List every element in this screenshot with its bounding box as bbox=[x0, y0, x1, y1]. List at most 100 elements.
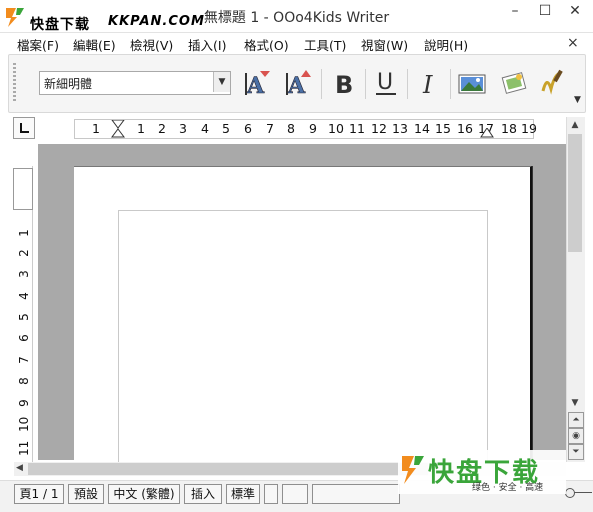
menu-file[interactable]: 檔案(F) bbox=[17, 35, 59, 54]
vertical-ruler[interactable]: 1 1 2 3 4 5 6 7 8 9 10 11 bbox=[14, 166, 33, 462]
italic-button[interactable]: I bbox=[412, 67, 446, 101]
navigator-icon[interactable]: ◉ bbox=[568, 428, 584, 444]
toolbar-separator bbox=[450, 69, 451, 99]
bold-button[interactable]: B bbox=[327, 67, 361, 101]
ruler-number: 9 bbox=[309, 121, 317, 136]
close-button[interactable]: ✕ bbox=[560, 0, 590, 24]
underline-button[interactable]: U bbox=[369, 67, 403, 101]
ruler-number: 14 bbox=[414, 121, 430, 136]
insert-image-icon bbox=[458, 74, 486, 94]
previous-page-icon[interactable]: ⏶ bbox=[568, 412, 584, 428]
insert-mode[interactable]: 插入 bbox=[184, 484, 222, 504]
ruler-number: 5 bbox=[222, 121, 230, 136]
text-boundaries[interactable] bbox=[118, 210, 488, 471]
language-indicator[interactable]: 中文 (繁體) bbox=[108, 484, 180, 504]
zoom-slider[interactable] bbox=[574, 492, 592, 493]
toolbar-grip[interactable] bbox=[13, 63, 16, 103]
chevron-down-icon[interactable]: ▼ bbox=[213, 72, 230, 92]
horizontal-scroll-thumb[interactable] bbox=[28, 463, 428, 475]
vertical-scroll-thumb[interactable] bbox=[568, 134, 582, 252]
gallery-button[interactable] bbox=[497, 67, 531, 101]
formatting-toolbar: 新細明體 ▼ A A B U I ▼ bbox=[8, 54, 586, 113]
ruler-number: 7 bbox=[17, 356, 31, 364]
underline-icon: U bbox=[376, 70, 396, 95]
ruler-number: 3 bbox=[179, 121, 187, 136]
ruler-number: 1 bbox=[92, 121, 100, 136]
left-indent-marker-icon[interactable] bbox=[111, 120, 125, 138]
ruler-number: 5 bbox=[17, 313, 31, 321]
toolbar-separator bbox=[321, 69, 322, 99]
highlighter-icon bbox=[541, 69, 563, 95]
next-page-icon[interactable]: ⏷ bbox=[568, 444, 584, 460]
document-modified-indicator bbox=[264, 484, 278, 504]
vertical-ruler-margin bbox=[13, 168, 33, 210]
insert-image-button[interactable] bbox=[455, 67, 489, 101]
ruler-number: 16 bbox=[457, 121, 473, 136]
ruler-number: 15 bbox=[435, 121, 451, 136]
menu-view[interactable]: 檢視(V) bbox=[130, 35, 173, 54]
ruler-number: 18 bbox=[501, 121, 517, 136]
gallery-icon bbox=[501, 72, 527, 94]
scroll-down-icon[interactable]: ▼ bbox=[568, 396, 582, 410]
scroll-up-icon[interactable]: ▲ bbox=[568, 118, 582, 132]
ruler-number: 7 bbox=[266, 121, 274, 136]
menu-window[interactable]: 視窗(W) bbox=[361, 35, 408, 54]
svg-text:I: I bbox=[422, 71, 433, 99]
ruler-number: 4 bbox=[17, 292, 31, 300]
zoom-slider-handle[interactable] bbox=[565, 488, 575, 498]
ruler-number: 11 bbox=[17, 440, 31, 456]
maximize-button[interactable]: ☐ bbox=[530, 0, 560, 24]
horizontal-ruler[interactable]: 1 1 2 3 4 5 6 7 8 9 10 11 12 13 14 15 16… bbox=[74, 119, 537, 139]
ruler-number: 1 bbox=[17, 229, 31, 237]
toolbar-separator bbox=[407, 69, 408, 99]
ruler-number: 10 bbox=[17, 416, 31, 432]
left-tab-icon bbox=[20, 123, 29, 133]
digital-signature-indicator bbox=[282, 484, 308, 504]
watermark-bottom: 快盘下载 绿色 · 安全 · 高速 bbox=[398, 450, 566, 494]
page-style[interactable]: 預設 bbox=[68, 484, 104, 504]
ruler-number: 3 bbox=[17, 270, 31, 278]
italic-icon: I bbox=[422, 71, 433, 99]
ruler-number: 12 bbox=[371, 121, 387, 136]
ruler-number: 8 bbox=[287, 121, 295, 136]
shrink-font-icon: A bbox=[245, 71, 270, 99]
toolbar-overflow-icon[interactable]: ▼ bbox=[574, 95, 581, 105]
page-indicator[interactable]: 頁1 / 1 bbox=[14, 484, 64, 504]
scroll-left-icon[interactable]: ◀ bbox=[16, 463, 23, 473]
ruler-number: 9 bbox=[17, 399, 31, 407]
selection-mode[interactable]: 標準 bbox=[226, 484, 260, 504]
ruler-number: 2 bbox=[17, 249, 31, 257]
toolbar-separator bbox=[365, 69, 366, 99]
ruler-number: 4 bbox=[201, 121, 209, 136]
watermark-slogan: 绿色 · 安全 · 高速 bbox=[472, 483, 544, 493]
watermark-en-text: KKPAN.COM bbox=[108, 14, 205, 29]
ruler-number: 2 bbox=[158, 121, 166, 136]
menu-help[interactable]: 說明(H) bbox=[424, 35, 468, 54]
highlighter-button[interactable] bbox=[535, 67, 569, 101]
watermark-logo-icon bbox=[402, 456, 424, 484]
ruler-number: 1 bbox=[137, 121, 145, 136]
ruler-number: 19 bbox=[521, 121, 537, 136]
watermark-cn-text: 快盘下载 bbox=[30, 17, 90, 33]
svg-text:A: A bbox=[246, 73, 265, 99]
svg-text:B: B bbox=[335, 71, 353, 99]
svg-text:U: U bbox=[377, 70, 393, 95]
grow-font-button[interactable]: A bbox=[281, 67, 315, 101]
tab-stop-selector[interactable] bbox=[13, 117, 35, 139]
menu-insert[interactable]: 插入(I) bbox=[188, 35, 226, 54]
ruler-number: 10 bbox=[328, 121, 344, 136]
ruler-number: 6 bbox=[17, 334, 31, 342]
menu-tools[interactable]: 工具(T) bbox=[304, 35, 346, 54]
document-close-button[interactable]: × bbox=[567, 35, 579, 51]
object-info bbox=[312, 484, 400, 504]
grow-font-icon: A bbox=[286, 70, 311, 99]
menu-format[interactable]: 格式(O) bbox=[244, 35, 289, 54]
font-name-value: 新細明體 bbox=[44, 77, 93, 91]
shrink-font-button[interactable]: A bbox=[240, 67, 274, 101]
font-name-select[interactable]: 新細明體 ▼ bbox=[39, 71, 231, 95]
ruler-number: 11 bbox=[349, 121, 365, 136]
watermark-logo-icon bbox=[6, 8, 24, 27]
minimize-button[interactable]: – bbox=[500, 0, 530, 24]
menu-edit[interactable]: 編輯(E) bbox=[73, 35, 116, 54]
right-indent-marker-icon[interactable] bbox=[480, 128, 494, 138]
